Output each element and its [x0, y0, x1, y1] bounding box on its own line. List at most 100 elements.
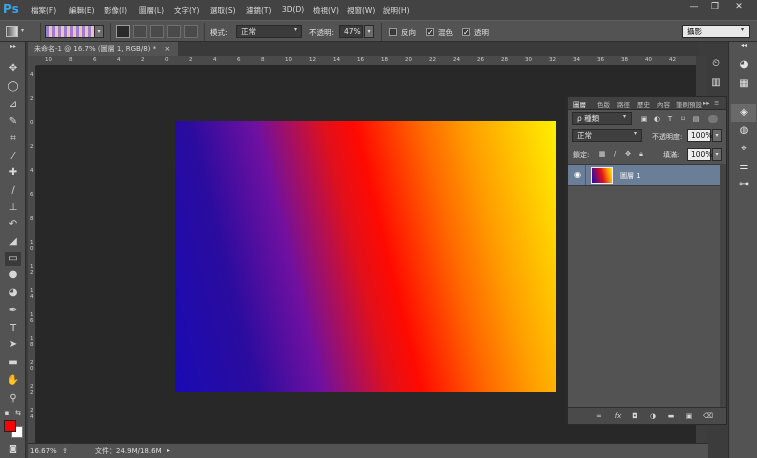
transparency-checkbox[interactable]: ✓	[462, 28, 470, 37]
lasso-tool-icon[interactable]: ⊿	[5, 98, 21, 112]
foreground-color-swatch[interactable]	[4, 420, 16, 432]
menu-type[interactable]: 文字(Y)	[174, 5, 199, 16]
menu-window[interactable]: 視窗(W)	[347, 5, 375, 16]
close-tab-icon[interactable]: ×	[164, 45, 170, 53]
gradient-picker[interactable]	[45, 25, 95, 38]
tab-brush-presets[interactable]: 筆刷預設	[676, 99, 702, 109]
menu-filter[interactable]: 濾鏡(T)	[246, 5, 271, 16]
properties-panel-icon[interactable]: ▥	[708, 76, 724, 90]
chevron-down-icon[interactable]: ▾	[21, 27, 24, 34]
panel-collapse-icon[interactable]: ▸▸	[5, 43, 21, 51]
channels-panel-icon[interactable]: ◍	[736, 124, 752, 138]
quick-select-tool-icon[interactable]: ✎	[5, 115, 21, 129]
hand-tool-icon[interactable]: ✋	[5, 374, 21, 388]
link-layers-icon[interactable]: ∞	[595, 412, 603, 420]
adjustments-panel-icon[interactable]: ⚌	[736, 160, 752, 174]
menu-file[interactable]: 檔案(F)	[31, 5, 56, 16]
filter-smart-object-icon[interactable]: ▤	[692, 115, 700, 123]
status-menu-icon[interactable]: ▸	[167, 444, 170, 458]
gradient-tool-icon[interactable]: ▭	[5, 252, 21, 266]
panel-menu-icon[interactable]: ≡	[714, 99, 719, 107]
trash-icon[interactable]: ⌫	[703, 412, 713, 420]
layer-thumbnail[interactable]	[591, 167, 613, 184]
filter-type-icon[interactable]: T	[666, 115, 674, 123]
document-canvas[interactable]	[175, 121, 556, 392]
document-size[interactable]: 文件：24.9M/18.6M	[95, 444, 162, 458]
angle-gradient-button[interactable]	[150, 25, 164, 38]
reflected-gradient-button[interactable]	[167, 25, 181, 38]
minimize-button[interactable]: —	[685, 2, 703, 13]
crop-tool-icon[interactable]: ⌗	[5, 132, 21, 146]
filter-shape-icon[interactable]: ⌑	[679, 115, 687, 123]
brush-tool-icon[interactable]: ∕	[5, 184, 21, 198]
styles-panel-icon[interactable]: ⊶	[736, 178, 752, 192]
healing-brush-tool-icon[interactable]: ✚	[5, 166, 21, 180]
type-tool-icon[interactable]: T	[5, 322, 21, 336]
rectangle-tool-icon[interactable]: ▬	[5, 356, 21, 370]
menu-3d[interactable]: 3D(D)	[282, 5, 304, 14]
dock-collapse-icon[interactable]: ◂◂	[736, 42, 752, 50]
mode-select[interactable]: 正常	[236, 25, 302, 38]
quick-mask-icon[interactable]: ◙	[5, 442, 21, 456]
tab-properties[interactable]: 內容	[657, 99, 670, 109]
blur-tool-icon[interactable]: ●	[5, 268, 21, 282]
menu-image[interactable]: 影像(I)	[104, 5, 127, 16]
filter-toggle[interactable]	[708, 115, 718, 123]
opacity-slider-toggle[interactable]: ▾	[364, 25, 374, 38]
menu-layer[interactable]: 圖層(L)	[139, 5, 164, 16]
group-folder-icon[interactable]: ▬	[667, 412, 675, 420]
tab-history[interactable]: 歷史	[637, 99, 650, 109]
lock-all-icon[interactable]: 🔒︎	[637, 150, 645, 158]
clone-stamp-tool-icon[interactable]: ⊥	[5, 201, 21, 215]
dodge-tool-icon[interactable]: ◕	[5, 286, 21, 300]
history-brush-tool-icon[interactable]: ↶	[5, 218, 21, 232]
layers-panel-icon[interactable]: ◈	[736, 106, 752, 120]
layer-row[interactable]: ◉ 圖層 1	[568, 164, 720, 186]
reverse-checkbox[interactable]	[389, 28, 397, 36]
eye-icon[interactable]: ◉	[574, 170, 581, 179]
tab-paths[interactable]: 路徑	[617, 99, 630, 109]
layers-scrollbar[interactable]	[720, 164, 726, 407]
adjustment-layer-icon[interactable]: ◑	[649, 412, 657, 420]
paths-panel-icon[interactable]: ⌖	[736, 142, 752, 156]
pen-tool-icon[interactable]: ✒	[5, 304, 21, 318]
menu-help[interactable]: 說明(H)	[383, 5, 410, 16]
dither-checkbox[interactable]: ✓	[426, 28, 434, 37]
fx-icon[interactable]: fx	[614, 412, 622, 420]
eraser-tool-icon[interactable]: ◢	[5, 235, 21, 249]
fill-input[interactable]: 100%	[687, 148, 712, 161]
restore-button[interactable]: ❐	[706, 2, 724, 13]
filter-pixel-icon[interactable]: ▣	[640, 115, 648, 123]
layer-name[interactable]: 圖層 1	[620, 171, 641, 181]
marquee-tool-icon[interactable]: ◯	[5, 80, 21, 94]
panel-expand-icon[interactable]: ▸▸	[703, 99, 710, 107]
close-window-button[interactable]: ✕	[730, 2, 748, 13]
menu-select[interactable]: 選取(S)	[210, 5, 236, 16]
new-layer-icon[interactable]: ▣	[685, 412, 693, 420]
color-panel-icon[interactable]: ◕	[736, 58, 752, 72]
filter-adjustment-icon[interactable]: ◐	[653, 115, 661, 123]
add-mask-icon[interactable]: ◘	[631, 412, 639, 420]
eyedropper-tool-icon[interactable]: ⁄	[5, 150, 21, 164]
layer-opacity-slider-toggle[interactable]: ▾	[712, 129, 722, 142]
tab-layers[interactable]: 圖層	[573, 99, 586, 109]
gradient-picker-dropdown[interactable]: ▾	[94, 25, 104, 38]
menu-view[interactable]: 檢視(V)	[313, 5, 339, 16]
lock-transparent-icon[interactable]: ▦	[598, 150, 606, 158]
path-selection-tool-icon[interactable]: ➤	[5, 338, 21, 352]
lock-pixels-icon[interactable]: ∕	[611, 150, 619, 158]
document-tab[interactable]: 未命名-1 @ 16.7% (圖層 1, RGB/8) * ×	[28, 42, 178, 56]
swatches-panel-icon[interactable]: ▦	[736, 77, 752, 91]
radial-gradient-button[interactable]	[133, 25, 147, 38]
layer-opacity-input[interactable]: 100%	[687, 129, 712, 142]
zoom-level[interactable]: 16.67%	[30, 444, 57, 458]
swap-colors-icon[interactable]: ⇆	[14, 406, 22, 420]
history-panel-icon[interactable]: ⏲	[708, 57, 724, 71]
menu-edit[interactable]: 編輯(E)	[69, 5, 95, 16]
workspace-select[interactable]: 攝影	[682, 25, 750, 38]
linear-gradient-button[interactable]	[116, 25, 130, 38]
move-tool-icon[interactable]: ✥	[5, 62, 21, 76]
opacity-input[interactable]: 47%	[339, 25, 363, 38]
gradient-tool-preset-icon[interactable]	[6, 26, 18, 37]
zoom-tool-icon[interactable]: ⚲	[5, 392, 21, 406]
